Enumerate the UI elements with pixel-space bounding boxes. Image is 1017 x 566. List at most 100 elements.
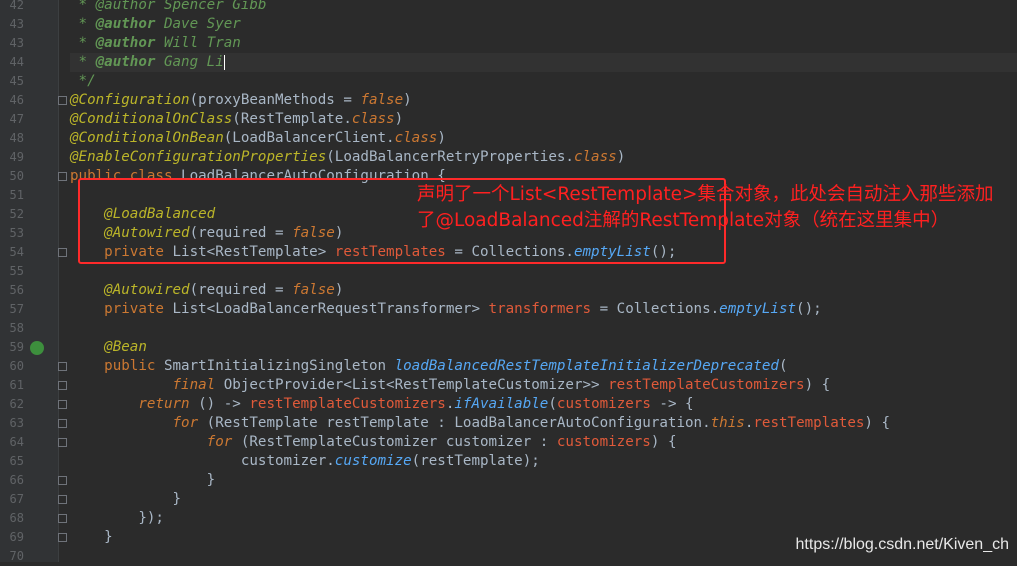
code-token: class (573, 149, 617, 165)
code-token: final (70, 377, 224, 393)
code-line[interactable]: public SmartInitializingSingleton loadBa… (70, 357, 1017, 376)
code-line[interactable]: @Autowired(required = false) (70, 281, 1017, 300)
fold-marker-icon[interactable] (58, 400, 67, 409)
code-token: ) (403, 92, 412, 108)
line-number: 46 (9, 93, 24, 107)
code-token: restTemplateCustomizers (249, 396, 446, 412)
code-token: class (394, 130, 438, 146)
fold-marker-icon[interactable] (58, 495, 67, 504)
line-number: 43 (9, 17, 24, 31)
fold-marker-icon[interactable] (58, 419, 67, 428)
code-area[interactable]: * @author Spencer Gibb * @author Dave Sy… (70, 0, 1017, 562)
code-token: public (70, 358, 164, 374)
code-token: transformers (488, 301, 592, 317)
code-token: * (70, 54, 96, 70)
code-line[interactable]: return () -> restTemplateCustomizers.ifA… (70, 395, 1017, 414)
fold-marker-icon[interactable] (58, 362, 67, 371)
code-line[interactable]: */ (70, 72, 1017, 91)
fold-marker-icon[interactable] (58, 96, 67, 105)
fold-marker-icon[interactable] (58, 533, 67, 542)
code-line[interactable]: }); (70, 509, 1017, 528)
code-line[interactable]: for (RestTemplate restTemplate : LoadBal… (70, 414, 1017, 433)
code-token: Will Tran (155, 35, 241, 51)
line-number: 42 (9, 0, 24, 12)
code-token: } (70, 491, 182, 507)
fold-marker-icon[interactable] (58, 438, 67, 447)
code-token: (RestTemplate restTemplate : LoadBalance… (206, 415, 711, 431)
code-line[interactable]: @EnableConfigurationProperties(LoadBalan… (70, 148, 1017, 167)
line-number: 50 (9, 169, 24, 183)
code-token: customizers (556, 434, 651, 450)
code-token: ifAvailable (454, 396, 549, 412)
code-token: List<LoadBalancerRequestTransformer> (172, 301, 489, 317)
code-line[interactable]: @Bean (70, 338, 1017, 357)
line-number: 59 (9, 340, 24, 354)
line-number: 48 (9, 131, 24, 145)
line-number: 43 (9, 36, 24, 50)
code-token: (RestTemplate. (232, 111, 352, 127)
code-line[interactable]: customizer.customize(restTemplate); (70, 452, 1017, 471)
line-number: 69 (9, 530, 24, 544)
code-line[interactable]: @ConditionalOnClass(RestTemplate.class) (70, 110, 1017, 129)
line-number: 47 (9, 112, 24, 126)
annotation-text: 声明了一个List<RestTemplate>集合对象，此处会自动注入那些添加了… (417, 184, 994, 231)
fold-marker-icon[interactable] (58, 248, 67, 257)
code-token: class (351, 111, 395, 127)
line-number: 56 (9, 283, 24, 297)
code-token: * (70, 16, 96, 32)
code-line[interactable]: final ObjectProvider<List<RestTemplateCu… (70, 376, 1017, 395)
code-token: (restTemplate); (411, 453, 540, 469)
code-line[interactable]: @Configuration(proxyBeanMethods = false) (70, 91, 1017, 110)
code-line[interactable]: } (70, 490, 1017, 509)
code-token: this (710, 415, 745, 431)
code-token: @Bean (70, 339, 147, 355)
code-token: @Autowired (70, 282, 190, 298)
code-token: (RestTemplateCustomizer customizer : (240, 434, 557, 450)
code-token: () -> (198, 396, 250, 412)
line-number: 67 (9, 492, 24, 506)
fold-marker-icon[interactable] (58, 476, 67, 485)
code-line[interactable]: * @author Dave Syer (70, 15, 1017, 34)
spring-bean-icon[interactable] (30, 341, 44, 355)
code-line[interactable]: @ConditionalOnBean(LoadBalancerClient.cl… (70, 129, 1017, 148)
line-number: 52 (9, 207, 24, 221)
code-token: -> { (650, 396, 694, 412)
code-line[interactable] (70, 262, 1017, 281)
code-token: ) (437, 130, 446, 146)
code-token: customizers (556, 396, 651, 412)
code-token: return (70, 396, 199, 412)
code-token: */ (70, 73, 96, 89)
code-token: Gang Li (155, 54, 224, 70)
code-token: SmartInitializingSingleton (163, 358, 395, 374)
line-number: 51 (9, 188, 24, 202)
code-token: @EnableConfigurationProperties (70, 149, 327, 165)
code-token: ) (394, 111, 404, 127)
code-token: (required = (189, 282, 293, 298)
code-line[interactable]: * @author Gang Li (70, 53, 1017, 72)
fold-marker-icon[interactable] (58, 514, 67, 523)
code-token: ( (189, 92, 199, 108)
code-token: (); (796, 301, 822, 317)
line-number: 64 (9, 435, 24, 449)
code-token: false (292, 282, 335, 298)
code-token: (LoadBalancerClient. (223, 130, 395, 146)
line-number: 60 (9, 359, 24, 373)
fold-marker-icon[interactable] (58, 172, 67, 181)
code-line[interactable]: * @author Will Tran (70, 34, 1017, 53)
code-token: = Collections. (591, 301, 720, 317)
line-number: 57 (9, 302, 24, 316)
code-token: false (360, 92, 404, 108)
code-token: @author (95, 54, 156, 70)
code-line[interactable]: private List<LoadBalancerRequestTransfor… (70, 300, 1017, 319)
line-number: 65 (9, 454, 24, 468)
code-token: @author (95, 35, 156, 51)
code-token: ( (778, 358, 788, 374)
code-token: proxyBeanMethods (198, 92, 335, 108)
code-line[interactable]: for (RestTemplateCustomizer customizer :… (70, 433, 1017, 452)
code-line[interactable]: } (70, 471, 1017, 490)
code-line[interactable] (70, 319, 1017, 338)
code-line[interactable]: * @author Spencer Gibb (70, 0, 1017, 15)
code-token: = (334, 92, 361, 108)
fold-marker-icon[interactable] (58, 381, 67, 390)
code-token: restTemplates (753, 415, 865, 431)
